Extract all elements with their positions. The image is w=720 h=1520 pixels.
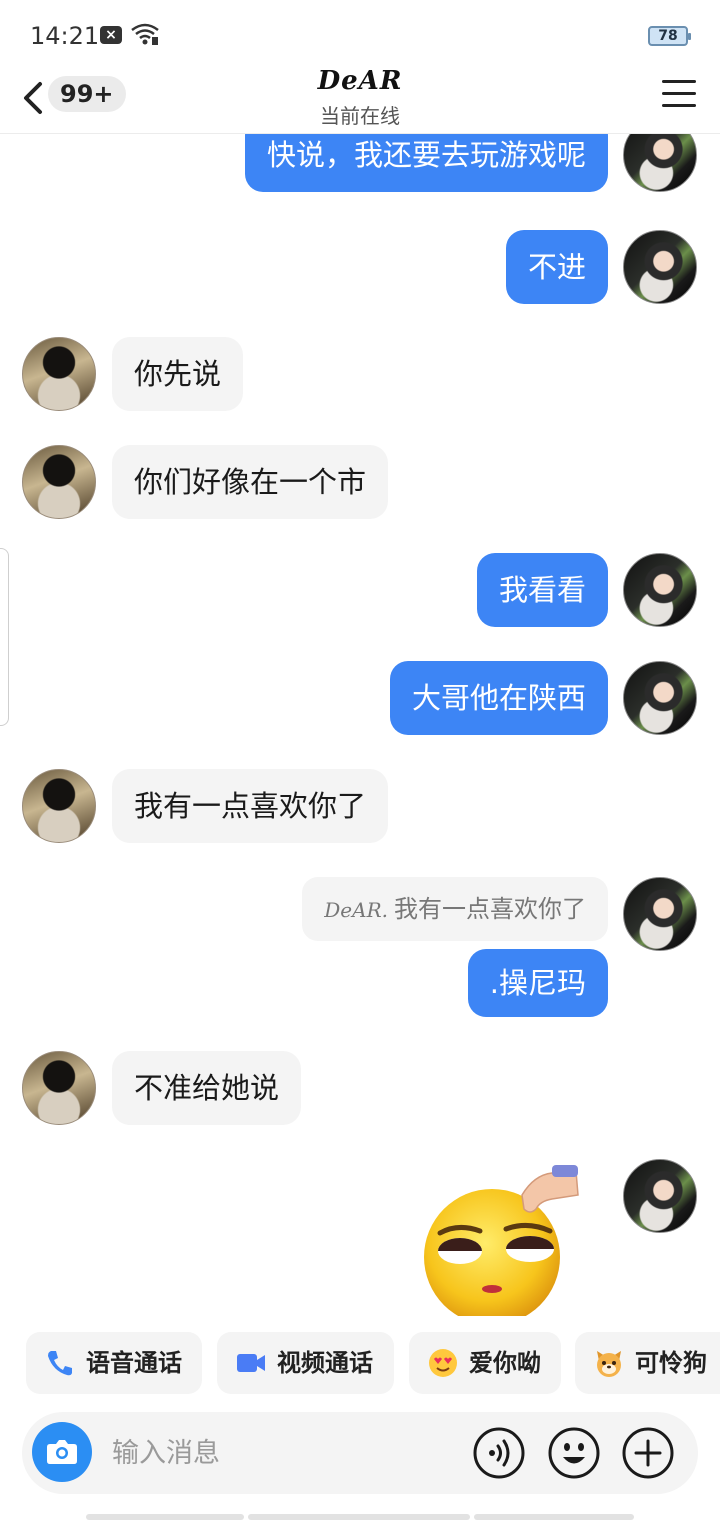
message-bubble-incoming[interactable]: 我有一点喜欢你了 <box>112 769 389 843</box>
love-you-button[interactable]: 爱你呦 <box>409 1332 561 1394</box>
emoji-icon[interactable] <box>547 1426 601 1480</box>
heart-eyes-emoji-icon <box>429 1349 457 1377</box>
message-input-bar <box>22 1412 698 1494</box>
message-input[interactable] <box>112 1426 452 1480</box>
message-bubble-incoming[interactable]: 你们好像在一个市 <box>112 445 389 519</box>
my-avatar[interactable] <box>623 230 697 304</box>
bottom-divider <box>86 1514 244 1520</box>
quoted-message[interactable]: DeAR. 我有一点喜欢你了 <box>302 877 608 941</box>
online-status: 当前在线 <box>320 104 400 128</box>
my-avatar[interactable] <box>623 1159 697 1233</box>
eye-roll-emoji-sticker[interactable] <box>418 1165 588 1316</box>
message-bubble-incoming[interactable]: 你先说 <box>112 337 244 411</box>
message-bubble-outgoing[interactable]: 我看看 <box>476 553 608 627</box>
battery-indicator: 78 <box>648 26 691 46</box>
my-avatar[interactable] <box>623 877 697 951</box>
status-bar: 14:21 × 78 <box>0 0 720 72</box>
message-bubble-incoming[interactable]: 不准给她说 <box>112 1051 302 1125</box>
pitiful-dog-button[interactable]: 可怜狗 <box>575 1332 720 1394</box>
bottom-divider <box>248 1514 470 1520</box>
camera-icon <box>47 1440 77 1464</box>
love-you-label: 爱你呦 <box>469 1349 541 1377</box>
status-time: 14:21 <box>30 22 100 50</box>
my-avatar[interactable] <box>623 553 697 627</box>
camera-button[interactable] <box>32 1422 92 1482</box>
voice-icon[interactable] <box>472 1426 526 1480</box>
contact-avatar[interactable] <box>22 769 96 843</box>
battery-level: 78 <box>658 28 678 44</box>
bottom-divider <box>474 1514 634 1520</box>
message-list[interactable]: 快说，我还要去玩游戏呢 不进 你先说 你们好像在一个市 我看看 大哥他在陕西 我… <box>0 134 720 1316</box>
message-bubble-outgoing[interactable]: .操尼玛 <box>467 949 608 1017</box>
quick-action-bar: 语音通话 视频通话 爱你呦 可怜狗 <box>0 1330 720 1398</box>
contact-avatar[interactable] <box>22 337 96 411</box>
message-bubble-outgoing[interactable]: 大哥他在陕西 <box>389 661 608 735</box>
voice-call-button[interactable]: 语音通话 <box>26 1332 202 1394</box>
video-call-label: 视频通话 <box>277 1349 373 1377</box>
puppy-emoji-icon <box>597 1351 621 1377</box>
my-avatar[interactable] <box>623 134 697 192</box>
quoted-sender: DeAR. <box>324 898 388 922</box>
plus-icon[interactable] <box>621 1426 675 1480</box>
video-camera-icon <box>237 1354 265 1372</box>
my-avatar[interactable] <box>623 661 697 735</box>
quoted-text: 我有一点喜欢你了 <box>394 895 586 923</box>
chat-header: 99+ DeAR 当前在线 <box>0 66 720 134</box>
message-bubble-outgoing[interactable]: 不进 <box>505 230 608 304</box>
message-bubble-outgoing[interactable]: 快说，我还要去玩游戏呢 <box>244 134 608 192</box>
phone-icon <box>48 1351 72 1376</box>
voice-call-label: 语音通话 <box>86 1349 182 1377</box>
contact-avatar[interactable] <box>22 445 96 519</box>
pitiful-dog-label: 可怜狗 <box>635 1349 707 1377</box>
side-drawer-handle[interactable] <box>0 548 9 726</box>
close-notification-icon: × <box>100 26 122 44</box>
wifi-icon <box>131 23 159 45</box>
video-call-button[interactable]: 视频通话 <box>217 1332 394 1394</box>
contact-avatar[interactable] <box>22 1051 96 1125</box>
contact-name[interactable]: DeAR <box>0 66 720 96</box>
hamburger-menu-icon[interactable] <box>662 80 696 110</box>
